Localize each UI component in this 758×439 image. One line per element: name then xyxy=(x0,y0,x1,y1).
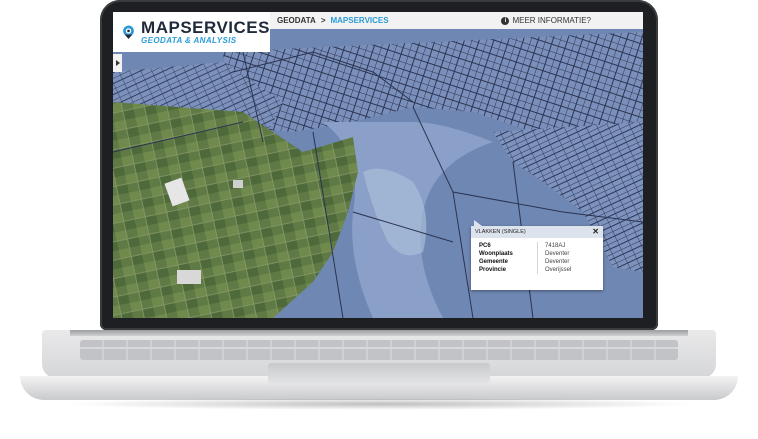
sidebar-toggle-button[interactable] xyxy=(113,54,122,72)
popup-keys: PC6 Woonplaats Gemeente Provincie xyxy=(479,242,538,274)
popup-title: VLAKKEN (SINGLE) xyxy=(475,229,526,235)
popup-header: VLAKKEN (SINGLE) ✕ xyxy=(471,226,603,238)
popup-value: Deventer xyxy=(545,251,570,257)
laptop-trackpad xyxy=(268,363,490,383)
laptop-screen: MAPSERVICES GEODATA & ANALYSIS GEODATA >… xyxy=(113,12,643,318)
popup-key: Woonplaats xyxy=(479,251,513,257)
popup-value: 7418AJ xyxy=(545,243,566,249)
popup-key: PC6 xyxy=(479,243,491,249)
logo-title: MAPSERVICES xyxy=(141,17,270,37)
logo-subtitle: GEODATA & ANALYSIS xyxy=(141,35,237,45)
close-icon[interactable]: ✕ xyxy=(592,228,599,236)
top-bar: GEODATA > MAPSERVICES i MEER INFORMATIE? xyxy=(270,12,643,29)
popup-values: 7418AJ Deventer Deventer Overijssel xyxy=(538,242,571,274)
logo[interactable]: MAPSERVICES GEODATA & ANALYSIS xyxy=(113,12,270,52)
map-pin-logo-icon xyxy=(123,25,134,39)
laptop-shadow xyxy=(60,398,700,410)
laptop-mockup: MAPSERVICES GEODATA & ANALYSIS GEODATA >… xyxy=(0,0,758,439)
laptop-hinge xyxy=(70,330,688,336)
breadcrumb-separator: > xyxy=(320,16,326,25)
feature-info-popup: VLAKKEN (SINGLE) ✕ PC6 Woonplaats Gemeen… xyxy=(471,220,603,290)
popup-key: Provincie xyxy=(479,267,507,273)
farm-building xyxy=(233,180,243,188)
breadcrumb-geodata[interactable]: GEODATA xyxy=(277,16,316,25)
farm-building xyxy=(177,270,201,284)
breadcrumb-mapservices[interactable]: MAPSERVICES xyxy=(330,16,388,25)
popup-value: Deventer xyxy=(545,259,570,265)
popup-key: Gemeente xyxy=(479,259,509,265)
popup-body: PC6 Woonplaats Gemeente Provincie 7418AJ… xyxy=(471,238,603,274)
laptop-keyboard xyxy=(80,340,678,360)
more-info-link[interactable]: i MEER INFORMATIE? xyxy=(501,16,591,25)
keyboard-row-divider xyxy=(80,347,678,349)
chevron-right-icon xyxy=(115,60,120,66)
more-info-label: MEER INFORMATIE? xyxy=(512,16,591,25)
info-icon: i xyxy=(501,16,510,25)
popup-value: Overijssel xyxy=(545,267,572,273)
